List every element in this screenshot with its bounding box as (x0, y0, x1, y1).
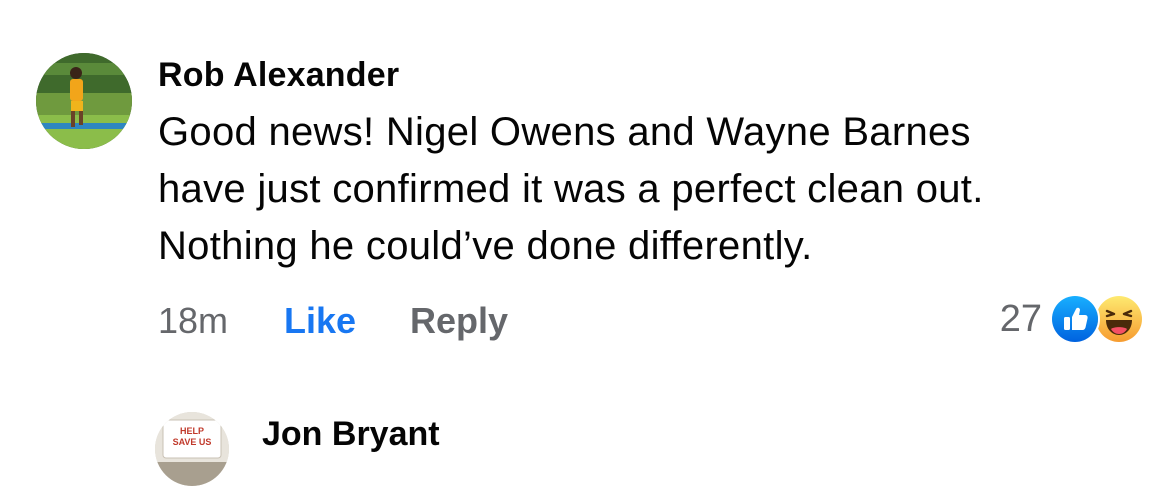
reaction-summary[interactable]: 27 (1000, 292, 1146, 346)
comment-text-line: Nothing he could’ve done differently. (158, 224, 813, 268)
comment-text: Good news! Nigel Owens and Wayne Barnes … (158, 104, 1138, 275)
next-comment: HELP SAVE US Jon Bryant (0, 360, 1170, 486)
svg-text:HELP: HELP (180, 426, 204, 436)
comment-timestamp[interactable]: 18m (158, 298, 228, 344)
reaction-count: 27 (999, 298, 1042, 340)
like-icon (1050, 294, 1100, 344)
svg-text:SAVE US: SAVE US (173, 437, 212, 447)
comment-text-line: have just confirmed it was a perfect cle… (158, 167, 984, 211)
next-comment-author[interactable]: Jon Bryant (262, 414, 440, 454)
reply-button[interactable]: Reply (410, 298, 508, 344)
haha-icon (1094, 294, 1144, 344)
next-author-avatar[interactable]: HELP SAVE US (155, 412, 229, 486)
reaction-icons (1050, 292, 1146, 346)
comment-text-line: Good news! Nigel Owens and Wayne Barnes (158, 110, 971, 154)
author-avatar[interactable] (36, 53, 132, 149)
comment: Rob Alexander Good news! Nigel Owens and… (0, 0, 1170, 360)
comment-author[interactable]: Rob Alexander (158, 55, 399, 95)
like-button[interactable]: Like (284, 298, 356, 344)
